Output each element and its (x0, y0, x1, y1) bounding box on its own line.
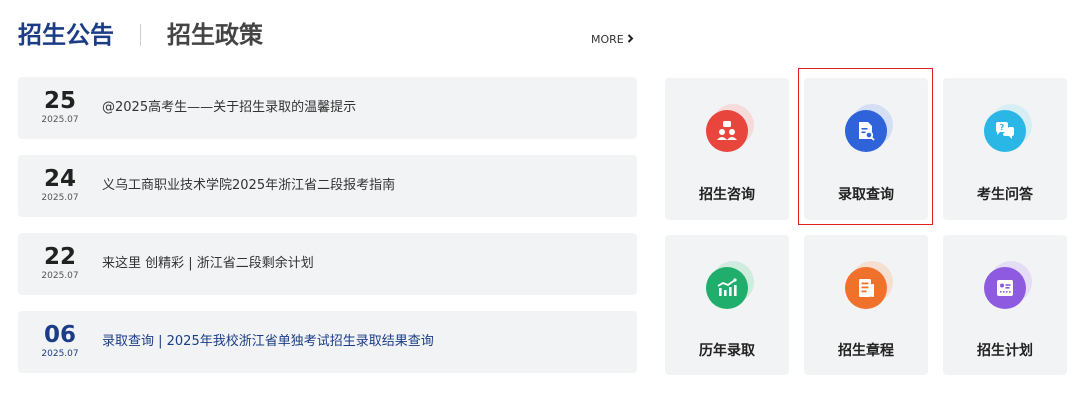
news-item[interactable]: 24 2025.07 义乌工商职业技术学院2025年浙江省二段报考指南 (18, 155, 637, 217)
tab-admission-policies[interactable]: 招生政策 (167, 18, 263, 52)
more-label: MORE (591, 33, 624, 46)
news-title[interactable]: 义乌工商职业技术学院2025年浙江省二段报考指南 (102, 177, 395, 195)
news-title[interactable]: 录取查询 | 2025年我校浙江省单独考试招生录取结果查询 (102, 333, 434, 351)
tile-label: 招生咨询 (699, 187, 755, 203)
tile-candidate-qa[interactable]: ? 考生问答 (943, 78, 1067, 220)
admission-query-icon (845, 110, 887, 152)
more-link[interactable]: MORE (591, 33, 634, 46)
news-date-month: 2025.07 (41, 115, 79, 125)
news-date-day: 25 (44, 88, 77, 114)
history-chart-icon-wrap (706, 261, 754, 309)
chevron-right-icon (627, 33, 634, 46)
news-title[interactable]: 来这里 创精彩 | 浙江省二段剩余计划 (102, 255, 314, 273)
tile-label: 招生章程 (838, 343, 894, 359)
section-tabs: 招生公告 招生政策 (18, 18, 263, 52)
tab-divider (140, 24, 141, 46)
history-chart-icon (706, 267, 748, 309)
plan-card-icon (984, 267, 1026, 309)
svg-text:?: ? (1000, 123, 1005, 132)
qa-icon-wrap: ? (984, 104, 1032, 152)
consult-icon (706, 110, 748, 152)
news-date-day: 22 (44, 244, 77, 270)
charter-document-icon-wrap (845, 261, 893, 309)
qa-icon: ? (984, 110, 1026, 152)
news-title[interactable]: @2025高考生——关于招生录取的温馨提示 (102, 99, 356, 117)
tile-label: 考生问答 (977, 187, 1033, 203)
admission-query-icon-wrap (845, 104, 893, 152)
news-list: 25 2025.07 @2025高考生——关于招生录取的温馨提示 24 2025… (18, 77, 637, 389)
tile-historical-admissions[interactable]: 历年录取 (665, 235, 789, 375)
news-item[interactable]: 25 2025.07 @2025高考生——关于招生录取的温馨提示 (18, 77, 637, 139)
news-item-highlighted[interactable]: 06 2025.07 录取查询 | 2025年我校浙江省单独考试招生录取结果查询 (18, 311, 637, 373)
tile-admission-consult[interactable]: 招生咨询 (665, 78, 789, 220)
consult-icon-wrap (706, 104, 754, 152)
news-date-month: 2025.07 (41, 193, 79, 203)
tile-admission-query[interactable]: 录取查询 (804, 78, 928, 220)
tile-label: 录取查询 (838, 187, 894, 203)
news-date-day: 06 (44, 322, 77, 348)
tile-label: 招生计划 (977, 343, 1033, 359)
plan-card-icon-wrap (984, 261, 1032, 309)
charter-document-icon (845, 267, 887, 309)
tile-admission-plan[interactable]: 招生计划 (943, 235, 1067, 375)
tile-label: 历年录取 (699, 343, 755, 359)
news-date-month: 2025.07 (41, 271, 79, 281)
news-date-day: 24 (44, 166, 77, 192)
news-date-month: 2025.07 (41, 349, 79, 359)
tab-admission-notices[interactable]: 招生公告 (18, 18, 114, 52)
tile-admission-charter[interactable]: 招生章程 (804, 235, 928, 375)
news-item[interactable]: 22 2025.07 来这里 创精彩 | 浙江省二段剩余计划 (18, 233, 637, 295)
